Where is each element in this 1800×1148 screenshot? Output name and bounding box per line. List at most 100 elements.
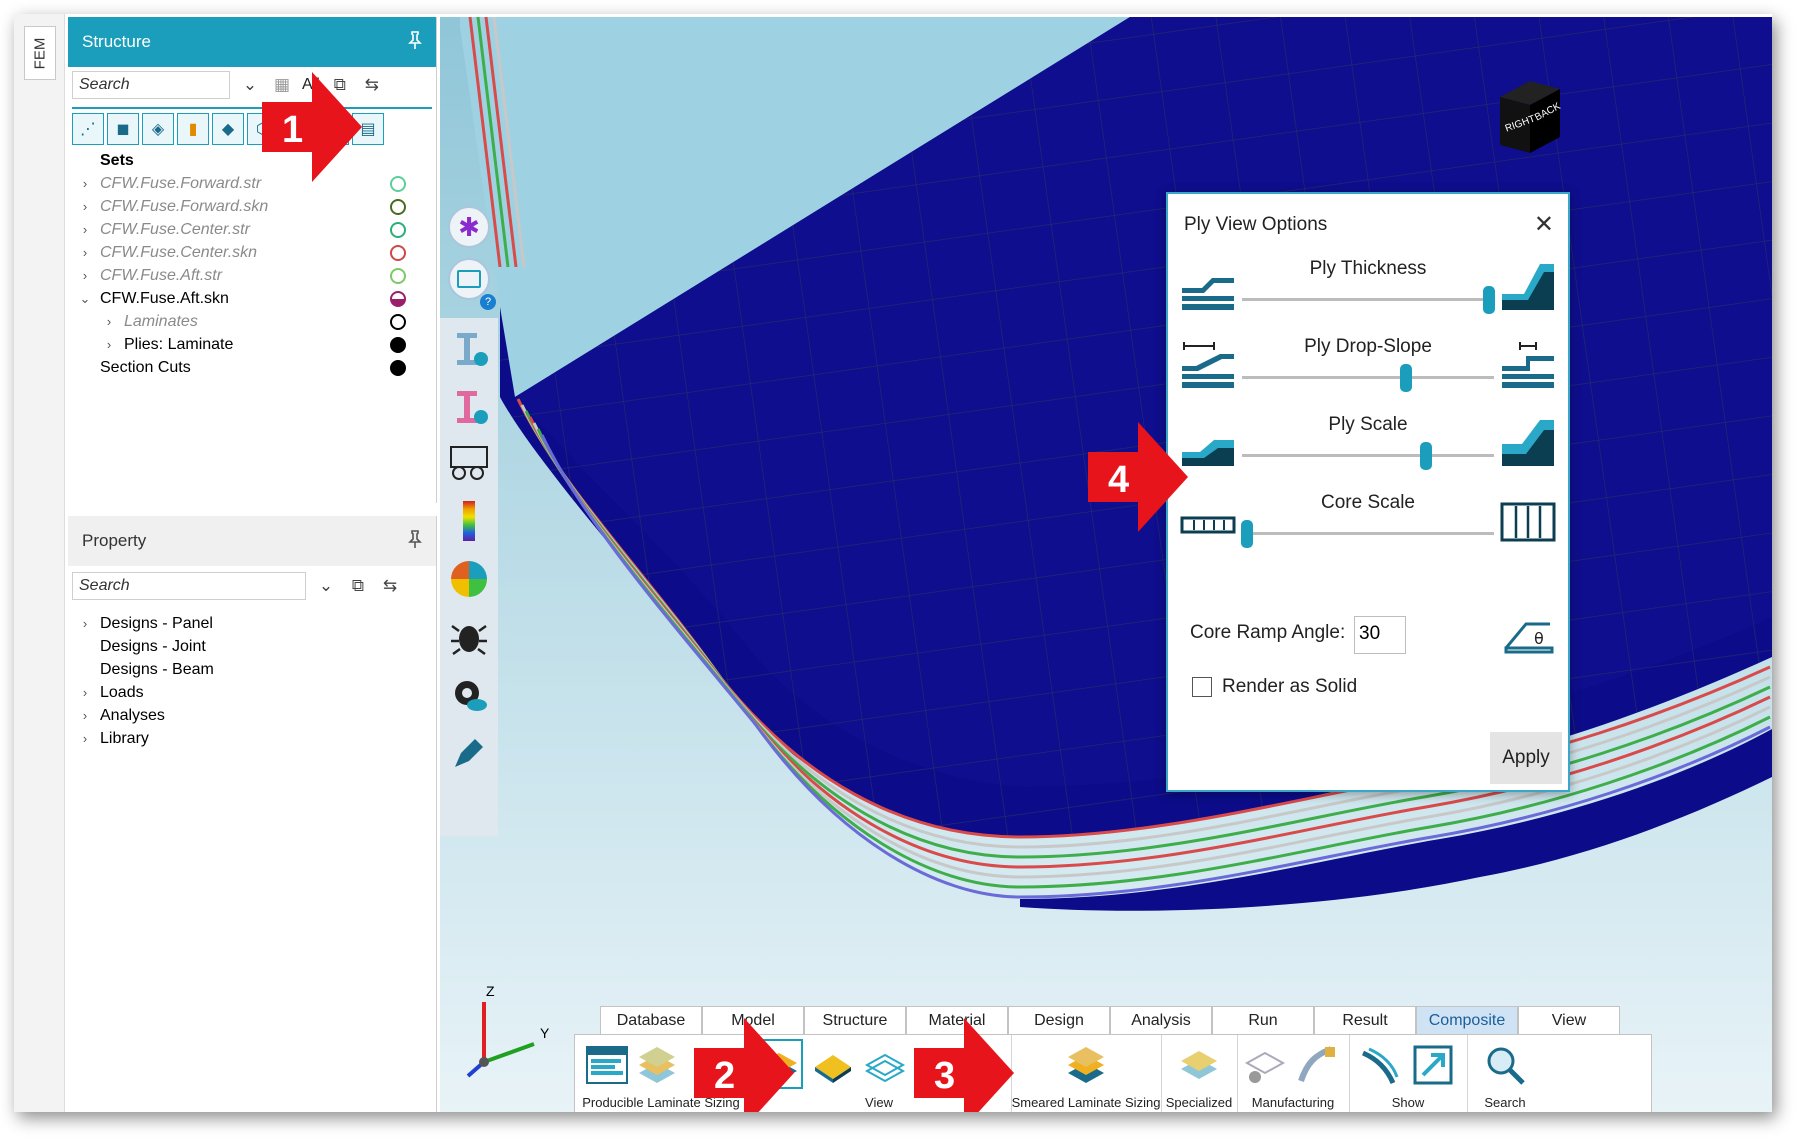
fem-model-render: RIGHT BACK	[440, 17, 1772, 1112]
tree-item[interactable]: › CFW.Fuse.Forward.str	[76, 172, 436, 195]
color-swatch[interactable]	[390, 359, 406, 376]
color-swatch[interactable]	[390, 175, 406, 192]
chevron-down-icon[interactable]: ⌄	[76, 291, 94, 307]
color-swatch[interactable]	[390, 221, 406, 238]
tree-item[interactable]: › Library	[76, 727, 436, 750]
vertical-toolbar: ?	[440, 294, 498, 836]
tree-item[interactable]: Section Cuts	[76, 356, 436, 379]
solid-filter-icon[interactable]: ◼	[107, 113, 139, 145]
bug-icon[interactable]	[440, 608, 498, 666]
gear-eye-icon[interactable]	[440, 666, 498, 724]
manufacturing-drape-icon[interactable]	[1295, 1043, 1339, 1087]
beam-check-icon[interactable]	[440, 376, 498, 434]
expand-all-icon[interactable]: ⧉	[346, 576, 370, 596]
axis-triad: Z Y	[466, 983, 550, 1078]
color-swatch[interactable]	[390, 198, 406, 215]
chevron-right-icon[interactable]: ›	[76, 268, 94, 283]
color-swatch[interactable]	[390, 244, 406, 261]
tab-composite[interactable]: Composite	[1416, 1006, 1518, 1034]
search-icon[interactable]	[1483, 1043, 1527, 1087]
chevron-right-icon[interactable]: ›	[76, 222, 94, 237]
ply-wire-icon[interactable]	[863, 1043, 907, 1087]
tab-view[interactable]: View	[1518, 1006, 1620, 1034]
tree-item[interactable]: › Analyses	[76, 704, 436, 727]
core-scale-label: Core Scale	[1321, 492, 1415, 513]
pen-icon[interactable]	[440, 724, 498, 782]
node-filter-icon[interactable]: ⋰	[72, 113, 104, 145]
core-ramp-angle-input[interactable]: 30	[1354, 616, 1406, 654]
ply-thickness-slider[interactable]	[1482, 286, 1495, 314]
manufacturing-gear-icon[interactable]	[1243, 1043, 1287, 1087]
tab-analysis[interactable]: Analysis	[1110, 1006, 1212, 1034]
laminate-table-icon[interactable]	[585, 1043, 629, 1087]
ply-scale-slider[interactable]	[1419, 442, 1432, 470]
render-as-solid-row: Render as Solid	[1192, 676, 1357, 698]
sync-icon[interactable]: ⇆	[378, 576, 402, 596]
pin-icon[interactable]	[408, 529, 422, 553]
tree-item[interactable]: › Designs - Panel	[76, 612, 436, 635]
ply-solid-icon[interactable]	[811, 1043, 855, 1087]
color-swatch[interactable]	[390, 336, 406, 353]
render-as-solid-checkbox[interactable]	[1192, 677, 1212, 697]
property-search-input[interactable]: Search	[72, 572, 306, 600]
snap-button[interactable]: ✱	[448, 206, 490, 248]
chevron-right-icon[interactable]: ›	[76, 245, 94, 260]
chevron-down-icon[interactable]: ⌄	[238, 75, 262, 95]
fem-tab[interactable]: FEM	[24, 26, 56, 80]
laminate-stack-icon[interactable]	[635, 1043, 679, 1087]
tab-run[interactable]: Run	[1212, 1006, 1314, 1034]
color-swatch[interactable]	[390, 267, 406, 284]
color-scale-icon[interactable]	[440, 492, 498, 550]
tree-item[interactable]: Designs - Beam	[76, 658, 436, 681]
ply-drop-slope-row: Ply Drop-Slope	[1180, 328, 1556, 404]
beam-play-icon[interactable]	[440, 318, 498, 376]
beam-filter-icon[interactable]: ▮	[177, 113, 209, 145]
pin-icon[interactable]	[408, 30, 422, 54]
panel-filter-icon[interactable]: ◈	[142, 113, 174, 145]
chevron-right-icon[interactable]: ›	[76, 731, 94, 746]
fit-view-button[interactable]	[448, 258, 490, 300]
show-curve-icon[interactable]	[1357, 1043, 1401, 1087]
plate-filter-icon[interactable]: ◆	[212, 113, 244, 145]
glasses-icon[interactable]	[440, 434, 498, 492]
chevron-right-icon[interactable]: ›	[76, 616, 94, 631]
chevron-right-icon[interactable]: ›	[100, 314, 118, 329]
tab-result[interactable]: Result	[1314, 1006, 1416, 1034]
tree-item[interactable]: › Laminates	[76, 310, 436, 333]
help-icon[interactable]: ?	[480, 294, 496, 310]
chevron-right-icon[interactable]: ›	[76, 176, 94, 191]
chevron-right-icon[interactable]: ›	[76, 708, 94, 723]
tree-item[interactable]: › Plies: Laminate	[76, 333, 436, 356]
specialized-icon[interactable]	[1177, 1043, 1221, 1087]
chevron-right-icon[interactable]: ›	[100, 337, 118, 352]
structure-filter-toolbar: ⋰ ◼ ◈ ▮ ◆ ⬡ ≋ ◐ ▤	[72, 107, 432, 145]
color-swatch[interactable]	[390, 290, 406, 307]
chevron-right-icon[interactable]: ›	[76, 199, 94, 214]
smeared-stack-icon[interactable]	[1064, 1043, 1108, 1087]
color-swatch[interactable]	[390, 313, 406, 330]
tree-item[interactable]: ⌄ CFW.Fuse.Aft.skn	[76, 287, 436, 310]
tab-database[interactable]: Database	[600, 1006, 702, 1034]
z-axis-label: Z	[486, 983, 495, 999]
tree-item[interactable]: › CFW.Fuse.Center.str	[76, 218, 436, 241]
chevron-down-icon[interactable]: ⌄	[314, 576, 338, 596]
tree-item[interactable]: › Loads	[76, 681, 436, 704]
core-scale-slider[interactable]	[1241, 520, 1254, 548]
search-label: Search	[1484, 1095, 1526, 1110]
tab-structure[interactable]: Structure	[804, 1006, 906, 1034]
tree-item[interactable]: › CFW.Fuse.Center.skn	[76, 241, 436, 264]
apply-button[interactable]: Apply	[1490, 732, 1562, 784]
tree-item[interactable]: › CFW.Fuse.Aft.str	[76, 264, 436, 287]
tree-item-sets[interactable]: Sets	[76, 149, 436, 172]
3d-viewport[interactable]: RIGHT BACK	[440, 17, 1772, 1112]
core-ramp-angle-label: Core Ramp Angle:	[1190, 622, 1346, 643]
tree-item[interactable]: Designs - Joint	[76, 635, 436, 658]
donut-chart-icon[interactable]	[440, 550, 498, 608]
ply-drop-slope-slider[interactable]	[1399, 364, 1412, 392]
chevron-right-icon[interactable]: ›	[76, 685, 94, 700]
close-icon[interactable]: ✕	[1534, 210, 1554, 239]
tree-item[interactable]: › CFW.Fuse.Forward.skn	[76, 195, 436, 218]
show-export-icon[interactable]	[1411, 1043, 1455, 1087]
structure-panel-title: Structure	[82, 32, 151, 51]
structure-search-input[interactable]: Search	[72, 71, 230, 99]
